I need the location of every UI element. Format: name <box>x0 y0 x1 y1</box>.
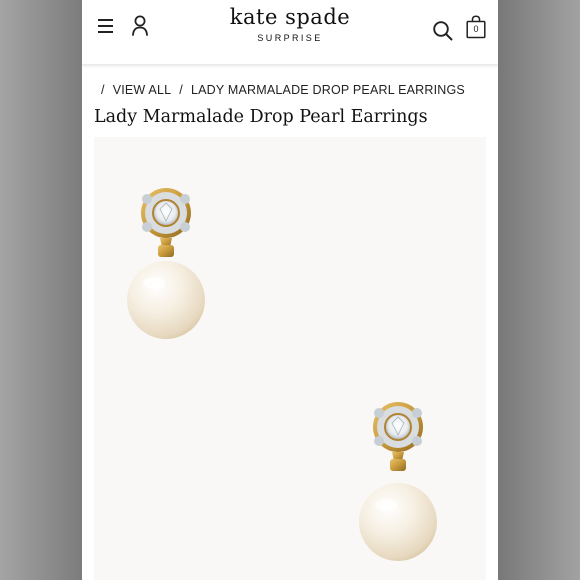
blurred-right-border <box>498 0 580 580</box>
blurred-left-border <box>0 0 82 580</box>
search-icon[interactable] <box>432 20 454 42</box>
shopping-bag-icon[interactable]: 0 <box>466 15 486 39</box>
mobile-page: kate spade SURPRISE 0 / VIEW ALL / LADY MAR… <box>82 0 498 580</box>
breadcrumb-current[interactable]: LADY MARMALADE DROP PEARL EARRINGS <box>191 83 465 97</box>
earring-left <box>127 188 205 339</box>
breadcrumb-separator: / <box>179 83 183 97</box>
breadcrumb-separator: / <box>101 83 105 97</box>
product-title: Lady Marmalade Drop Pearl Earrings <box>94 107 428 127</box>
product-image[interactable] <box>94 137 486 580</box>
breadcrumb-view-all[interactable]: VIEW ALL <box>113 83 172 97</box>
earring-right <box>359 402 437 561</box>
bag-count: 0 <box>473 24 479 34</box>
site-header: kate spade SURPRISE 0 <box>82 0 498 64</box>
breadcrumb: / VIEW ALL / LADY MARMALADE DROP PEARL EARR… <box>101 83 465 97</box>
